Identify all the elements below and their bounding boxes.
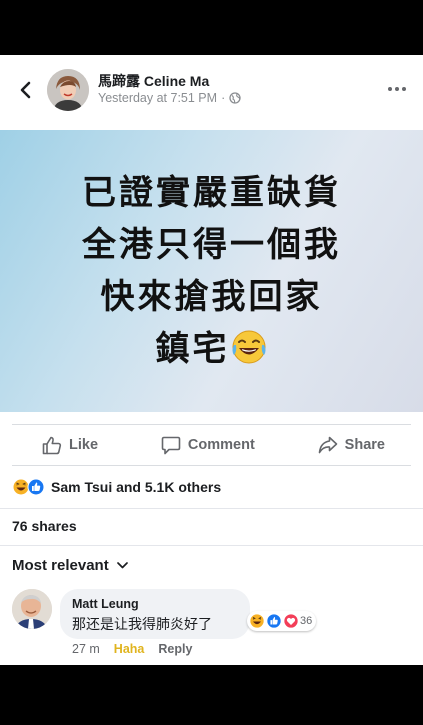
dot-icon [402, 87, 406, 91]
chevron-left-icon [20, 81, 31, 99]
share-button[interactable]: Share [318, 436, 385, 454]
status-line-text: 鎮宅 [155, 329, 230, 369]
like-button[interactable]: Like [42, 436, 98, 455]
divider [0, 508, 423, 509]
status-line: 已證實嚴重缺貨 [82, 173, 341, 213]
status-line-last: 鎮宅 [156, 323, 268, 375]
comment-button[interactable]: Comment [161, 436, 255, 455]
divider [0, 545, 423, 546]
comment-actions: 27 m Haha Reply [72, 642, 192, 656]
post-meta: Yesterday at 7:51 PM · [98, 91, 241, 105]
reactions-summary[interactable]: Sam Tsui and 5.1K others [12, 475, 221, 499]
status-line: 全港只得一個我 [82, 225, 341, 265]
share-arrow-icon [318, 436, 337, 454]
comment-text: 那还是让我得肺炎好了 [72, 617, 212, 633]
chevron-down-icon [116, 562, 128, 569]
author-avatar[interactable] [47, 69, 89, 111]
meta-separator: · [221, 91, 226, 105]
avatar-image [47, 69, 89, 111]
reply-button[interactable]: Reply [158, 642, 192, 656]
back-button[interactable] [14, 77, 36, 103]
comment-sort-dropdown[interactable]: Most relevant [12, 557, 128, 574]
love-reaction-icon [283, 613, 299, 629]
dot-icon [395, 87, 399, 91]
speech-bubble-icon [161, 436, 181, 454]
comment-time[interactable]: 27 m [72, 642, 100, 656]
comment-bubble[interactable]: Matt Leung 那还是让我得肺炎好了 [60, 589, 250, 639]
comment-reactions[interactable]: 36 [247, 611, 317, 631]
like-reaction-icon [27, 478, 45, 496]
author-name[interactable]: 馬蹄露 Celine Ma [98, 71, 209, 91]
haha-reaction-icon [249, 613, 265, 629]
commenter-avatar-image [12, 589, 52, 629]
more-options-button[interactable] [385, 81, 409, 97]
dot-icon [388, 87, 392, 91]
globe-icon[interactable] [229, 92, 241, 104]
comment-reaction-count: 36 [300, 615, 313, 627]
thumbs-up-icon [42, 436, 62, 454]
shares-count[interactable]: 76 shares [12, 518, 77, 534]
post-frame: 馬蹄露 Celine Ma Yesterday at 7:51 PM · 已證實… [0, 55, 423, 665]
commenter-name[interactable]: Matt Leung [72, 597, 238, 611]
post-actions-bar: Like Comment Share [12, 424, 411, 466]
post-header: 馬蹄露 Celine Ma Yesterday at 7:51 PM · [0, 55, 423, 130]
commenter-avatar[interactable] [12, 589, 52, 629]
like-reaction-icon [266, 613, 282, 629]
sort-label: Most relevant [12, 557, 109, 574]
status-background: 已證實嚴重缺貨 全港只得一個我 快來搶我回家 鎮宅 [0, 130, 423, 412]
reaction-icons [12, 478, 45, 496]
like-label: Like [69, 437, 99, 453]
haha-reaction-button[interactable]: Haha [114, 642, 145, 656]
status-line: 快來搶我回家 [100, 277, 323, 317]
share-label: Share [344, 437, 385, 453]
post-timestamp[interactable]: Yesterday at 7:51 PM [98, 91, 217, 105]
laughing-tears-emoji-icon [232, 330, 265, 364]
reactions-count-text: Sam Tsui and 5.1K others [51, 479, 222, 495]
comment-label: Comment [187, 437, 255, 453]
